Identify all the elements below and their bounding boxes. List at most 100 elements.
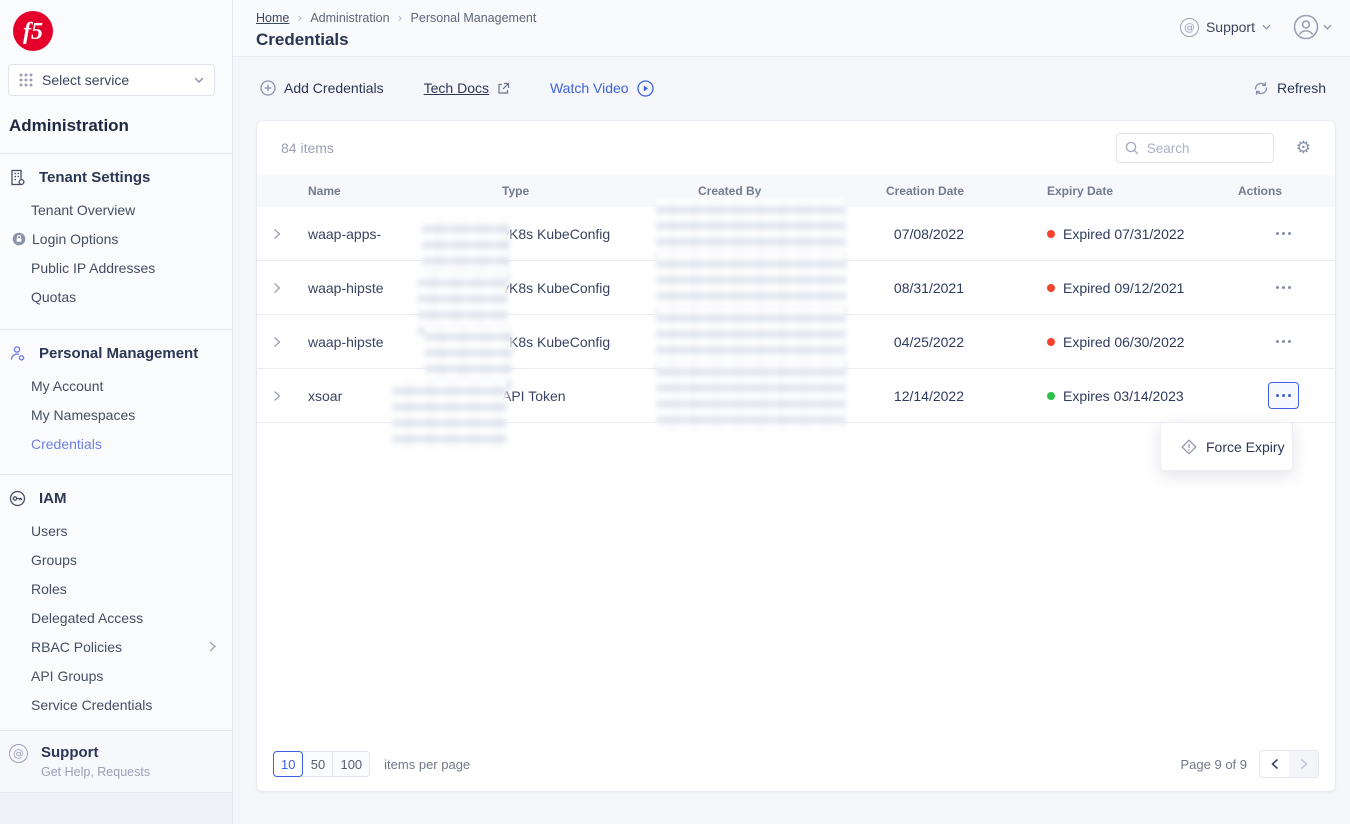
items-count: 84 items [281, 140, 334, 156]
sidebar-group-title: Tenant Settings [39, 169, 150, 186]
sidebar-group-iam[interactable]: IAM [0, 475, 232, 516]
refresh-button[interactable]: Refresh [1253, 80, 1326, 96]
sidebar-item-login-options[interactable]: Login Options [0, 224, 232, 253]
creation-date: 08/31/2021 [882, 280, 968, 296]
force-expiry-menu-item[interactable]: Force Expiry [1206, 439, 1285, 455]
refresh-label: Refresh [1277, 80, 1326, 96]
sidebar-group-personal-management[interactable]: Personal Management [0, 330, 232, 371]
expiry-label: Expired 07/31/2022 [1063, 226, 1184, 242]
sidebar-item-label: My Namespaces [31, 407, 135, 423]
sidebar-item-tenant-overview[interactable]: Tenant Overview [0, 195, 232, 224]
gear-icon[interactable]: ⚙ [1296, 140, 1311, 157]
row-actions-button-active[interactable] [1268, 382, 1299, 409]
page-size-selector: 10 50 100 [273, 751, 370, 777]
sidebar-item-label: Delegated Access [31, 610, 143, 626]
svg-text:f5: f5 [23, 19, 43, 45]
sidebar-item-label: Public IP Addresses [31, 260, 155, 276]
sidebar-item-rbac-policies[interactable]: RBAC Policies [0, 632, 232, 661]
column-header-actions: Actions [1197, 184, 1319, 198]
page-header: Home Administration Personal Management … [233, 0, 1350, 57]
breadcrumb-home[interactable]: Home [256, 11, 289, 25]
sidebar-item-label: Groups [31, 552, 77, 568]
support-title: Support [41, 744, 150, 762]
next-page-button[interactable] [1289, 751, 1318, 777]
chevron-down-icon [194, 77, 204, 83]
search-input[interactable] [1116, 133, 1274, 163]
user-gear-icon [9, 345, 26, 362]
sidebar-item-credentials[interactable]: Credentials [0, 429, 232, 458]
watch-video-link[interactable]: Watch Video [550, 80, 654, 97]
column-header-name: Name [303, 184, 497, 198]
toolbar: Add Credentials Tech Docs Watch Video Re… [233, 57, 1350, 119]
row-expand-icon[interactable] [273, 228, 303, 240]
row-expand-icon[interactable] [273, 336, 303, 348]
support-icon: @ [9, 744, 28, 763]
row-actions-button[interactable] [1274, 280, 1293, 295]
key-icon [9, 490, 26, 507]
sidebar-item-users[interactable]: Users [0, 516, 232, 545]
expiry-label: Expired 09/12/2021 [1063, 280, 1184, 296]
page-size-10[interactable]: 10 [273, 751, 303, 777]
add-credentials-label: Add Credentials [284, 80, 384, 96]
sidebar-support[interactable]: @ Support Get Help, Requests [0, 730, 232, 792]
row-expand-icon[interactable] [273, 282, 303, 294]
sidebar-item-roles[interactable]: Roles [0, 574, 232, 603]
creation-date: 12/14/2022 [882, 388, 968, 404]
chevron-down-icon [1262, 24, 1271, 30]
sidebar-group-title: IAM [39, 490, 67, 507]
account-menu[interactable] [1293, 14, 1332, 40]
sidebar-item-label: Credentials [31, 436, 102, 452]
sidebar-item-service-credentials[interactable]: Service Credentials [0, 690, 232, 719]
tech-docs-link[interactable]: Tech Docs [424, 80, 510, 96]
previous-page-button[interactable] [1260, 751, 1289, 777]
redacted-text [392, 379, 507, 451]
page-size-50[interactable]: 50 [303, 752, 333, 776]
building-icon [9, 169, 26, 186]
chevron-right-icon [209, 641, 216, 652]
add-credentials-button[interactable]: Add Credentials [260, 80, 384, 96]
page-indicator: Page 9 of 9 [1181, 757, 1248, 772]
support-menu[interactable]: @ Support [1180, 18, 1271, 37]
sidebar-item-api-groups[interactable]: API Groups [0, 661, 232, 690]
row-actions-button[interactable] [1274, 226, 1293, 241]
sidebar: f5 Select service Administration [0, 0, 233, 824]
sidebar-item-label: Roles [31, 581, 67, 597]
avatar [1293, 14, 1319, 40]
credential-name: waap-hipste [308, 280, 384, 296]
lock-icon [12, 232, 26, 246]
breadcrumb-personal-management[interactable]: Personal Management [411, 11, 537, 25]
status-dot [1047, 338, 1055, 346]
sidebar-item-label: API Groups [31, 668, 103, 684]
play-circle-icon [637, 80, 654, 97]
breadcrumb-separator-icon [398, 10, 403, 25]
sidebar-item-label: RBAC Policies [31, 639, 122, 655]
column-header-type: Type [497, 184, 692, 198]
main-content: Home Administration Personal Management … [233, 0, 1350, 824]
sidebar-item-groups[interactable]: Groups [0, 545, 232, 574]
chevron-right-icon [1300, 758, 1308, 770]
row-actions-button[interactable] [1274, 334, 1293, 349]
breadcrumb-administration[interactable]: Administration [310, 11, 389, 25]
support-menu-label: Support [1206, 19, 1255, 35]
select-service-dropdown[interactable]: Select service [8, 64, 215, 96]
force-expiry-icon [1181, 439, 1197, 455]
sidebar-item-quotas[interactable]: Quotas [0, 282, 232, 311]
sidebar-item-public-ip-addresses[interactable]: Public IP Addresses [0, 253, 232, 282]
sidebar-group-tenant-settings[interactable]: Tenant Settings [0, 154, 232, 195]
table-row: xsoar API Token 12/14/2022 Expires 03/14… [257, 369, 1335, 423]
status-dot [1047, 284, 1055, 292]
sidebar-item-label: Login Options [32, 231, 118, 247]
external-link-icon [497, 82, 510, 95]
f5-logo[interactable]: f5 [12, 10, 54, 52]
sidebar-item-my-account[interactable]: My Account [0, 371, 232, 400]
sidebar-group-title: Personal Management [39, 345, 198, 362]
sidebar-item-label: Users [31, 523, 68, 539]
row-expand-icon[interactable] [273, 390, 303, 402]
sidebar-item-my-namespaces[interactable]: My Namespaces [0, 400, 232, 429]
page-size-100[interactable]: 100 [333, 752, 369, 776]
watch-video-label: Watch Video [550, 80, 629, 96]
expiry-label: Expires 03/14/2023 [1063, 388, 1184, 404]
plus-circle-icon [260, 80, 276, 96]
select-service-label: Select service [42, 72, 129, 88]
sidebar-item-delegated-access[interactable]: Delegated Access [0, 603, 232, 632]
